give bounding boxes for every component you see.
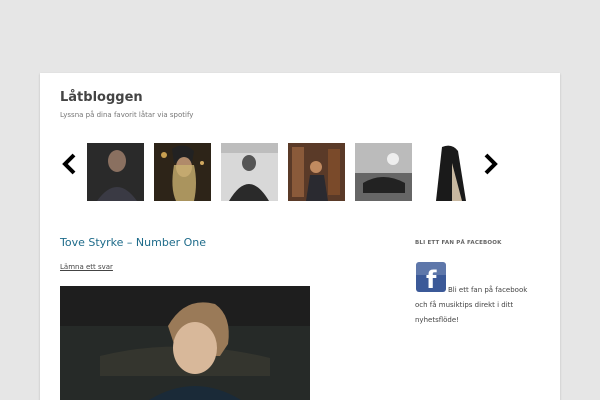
carousel-thumbnail[interactable] [154,143,211,201]
page-container: Låtbloggen Lyssna på dina favorit låtar … [40,73,560,400]
post-featured-image[interactable] [60,286,310,400]
widget-title: BLI ETT FAN PÅ FACEBOOK [415,240,502,246]
carousel-thumbnail[interactable] [87,143,144,201]
chevron-right-icon[interactable] [482,153,500,175]
facebook-widget-text-content: Bli ett fan på facebook och få musiktips… [415,286,528,324]
site-title[interactable]: Låtbloggen [60,90,143,105]
facebook-widget-text: Bli ett fan på facebook och få musiktips… [415,283,540,328]
carousel-thumbnail[interactable] [355,143,412,201]
leave-reply-link[interactable]: Lämna ett svar [60,263,113,271]
carousel-thumbnail[interactable] [221,143,278,201]
carousel-thumbnail[interactable] [288,143,345,201]
carousel-thumbnail[interactable] [422,143,479,201]
image-carousel [60,143,500,203]
chevron-left-icon[interactable] [60,153,78,175]
site-description: Lyssna på dina favorit låtar via spotify [60,111,194,119]
post-title[interactable]: Tove Styrke – Number One [60,236,206,249]
